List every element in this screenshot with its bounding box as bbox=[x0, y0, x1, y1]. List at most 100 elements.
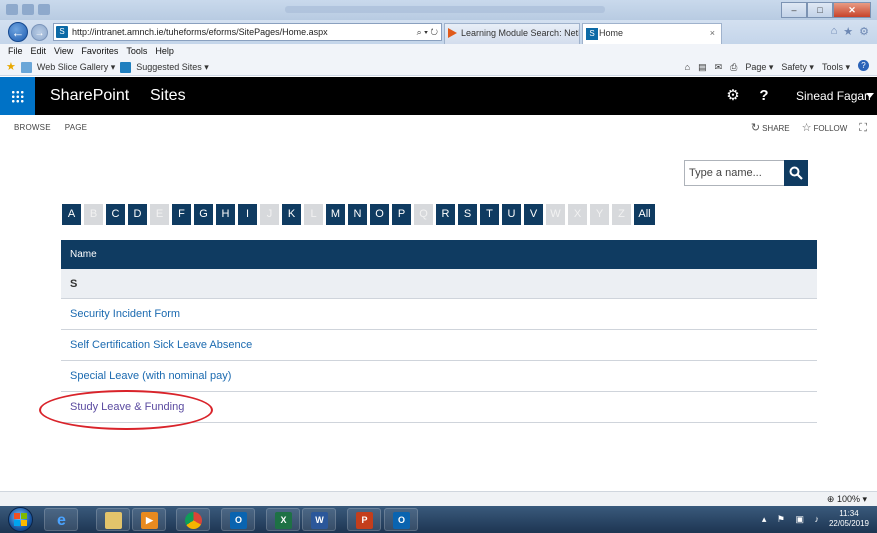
focus-on-content-icon[interactable]: ⛶ bbox=[859, 115, 867, 142]
taskbar-media[interactable]: ▶ bbox=[132, 508, 166, 531]
favorites-star-icon[interactable]: ★ bbox=[6, 60, 16, 75]
help-question-icon[interactable]: ? bbox=[752, 77, 776, 115]
print-icon[interactable]: ⎙ bbox=[730, 60, 737, 75]
ribbon-tab-browse[interactable]: BROWSE bbox=[14, 115, 51, 141]
letter-filter-p[interactable]: P bbox=[392, 204, 411, 225]
close-window-button[interactable]: ✕ bbox=[833, 2, 871, 18]
taskbar-outlook-2[interactable]: O bbox=[384, 508, 418, 531]
taskbar-powerpoint[interactable]: P bbox=[347, 508, 381, 531]
windows-taskbar: e ▶ O X W P O ▴ ⚑ ▣ ♪ 11:34 22/05/2019 bbox=[0, 506, 877, 533]
letter-filter-s[interactable]: S bbox=[458, 204, 477, 225]
window-title-bar: – □ ✕ bbox=[0, 0, 877, 20]
sharepoint-favicon-icon: S bbox=[56, 26, 68, 38]
taskbar-clock[interactable]: 11:34 22/05/2019 bbox=[827, 509, 871, 529]
minimize-button[interactable]: – bbox=[781, 2, 807, 18]
window-title-blur bbox=[285, 6, 605, 13]
help-icon[interactable]: ? bbox=[858, 60, 869, 71]
feeds-icon[interactable]: ▤ bbox=[698, 60, 707, 75]
letter-filter-k[interactable]: K bbox=[282, 204, 301, 225]
letter-filter-o[interactable]: O bbox=[370, 204, 389, 225]
start-button[interactable] bbox=[8, 507, 33, 532]
sites-link[interactable]: Sites bbox=[150, 77, 186, 115]
tab-home[interactable]: S Home × bbox=[582, 23, 722, 44]
taskbar-ie[interactable]: e bbox=[44, 508, 78, 531]
favorites-star-icon[interactable]: ★ bbox=[843, 25, 853, 38]
taskbar-outlook-1[interactable]: O bbox=[221, 508, 255, 531]
letter-filter-v[interactable]: V bbox=[524, 204, 543, 225]
cmd-tools[interactable]: Tools ▾ bbox=[822, 60, 850, 75]
tab-label: Learning Module Search: NetD... bbox=[461, 28, 580, 38]
web-slice-icon bbox=[20, 62, 32, 73]
letter-filter-c[interactable]: C bbox=[106, 204, 125, 225]
letter-filter-f[interactable]: F bbox=[172, 204, 191, 225]
name-search bbox=[684, 160, 808, 186]
menu-view[interactable]: View bbox=[54, 44, 78, 59]
search-icon bbox=[789, 166, 803, 180]
fav-suggested-sites[interactable]: Suggested Sites ▾ bbox=[136, 60, 209, 75]
column-header-name[interactable]: Name bbox=[61, 240, 817, 269]
letter-filter-z: Z bbox=[612, 204, 631, 225]
menu-file[interactable]: File bbox=[8, 44, 28, 59]
settings-gear-icon[interactable]: ⚙ bbox=[718, 77, 748, 115]
user-menu[interactable]: Sinead Fagan bbox=[796, 77, 871, 115]
letter-filter-u[interactable]: U bbox=[502, 204, 521, 225]
taskbar-excel[interactable]: X bbox=[266, 508, 300, 531]
sharepoint-suite-bar: SharePoint Sites ⚙ ? Sinead Fagan bbox=[0, 77, 877, 115]
menu-edit[interactable]: Edit bbox=[31, 44, 52, 59]
letter-filter-m[interactable]: M bbox=[326, 204, 345, 225]
settings-gear-icon[interactable]: ⚙ bbox=[859, 25, 869, 38]
tab-close-icon[interactable]: × bbox=[710, 24, 715, 43]
home-page-icon[interactable]: ⌂ bbox=[685, 60, 690, 75]
form-link[interactable]: Self Certification Sick Leave Absence bbox=[70, 339, 252, 351]
forward-button[interactable]: → bbox=[31, 24, 48, 41]
letter-filter-n[interactable]: N bbox=[348, 204, 367, 225]
sharepoint-brand[interactable]: SharePoint bbox=[50, 77, 129, 115]
cmd-page[interactable]: Page ▾ bbox=[745, 60, 773, 75]
follow-button[interactable]: ☆ FOLLOW bbox=[802, 115, 848, 142]
ribbon-tab-page[interactable]: PAGE bbox=[65, 115, 87, 141]
search-button[interactable] bbox=[784, 160, 808, 186]
menu-help[interactable]: Help bbox=[155, 44, 179, 59]
share-button[interactable]: ↻ SHARE bbox=[751, 115, 790, 142]
tab-learning-module[interactable]: Learning Module Search: NetD... bbox=[444, 23, 580, 44]
cmd-safety[interactable]: Safety ▾ bbox=[781, 60, 814, 75]
letter-filter-i[interactable]: I bbox=[238, 204, 257, 225]
clock-time: 11:34 bbox=[839, 509, 859, 518]
form-link[interactable]: Special Leave (with nominal pay) bbox=[70, 370, 231, 382]
netd-favicon-icon bbox=[448, 28, 457, 38]
taskbar-explorer[interactable] bbox=[96, 508, 130, 531]
tab-label: Home bbox=[599, 28, 624, 38]
name-search-input[interactable] bbox=[684, 160, 785, 186]
letter-filter-r[interactable]: R bbox=[436, 204, 455, 225]
form-link[interactable]: Security Incident Form bbox=[70, 308, 180, 320]
follow-label: FOLLOW bbox=[813, 124, 848, 133]
user-menu-caret-icon[interactable] bbox=[866, 93, 874, 98]
home-icon[interactable]: ⌂ bbox=[831, 25, 838, 38]
letter-filter-j: J bbox=[260, 204, 279, 225]
letter-filter-a[interactable]: A bbox=[62, 204, 81, 225]
taskbar-chrome[interactable] bbox=[176, 508, 210, 531]
back-button[interactable]: ← bbox=[8, 22, 28, 42]
zoom-level[interactable]: ⊕ 100% ▾ bbox=[827, 492, 867, 507]
read-mail-icon[interactable]: ✉ bbox=[715, 60, 723, 75]
media-player-icon: ▶ bbox=[141, 512, 158, 529]
menu-tools[interactable]: Tools bbox=[126, 44, 152, 59]
system-tray[interactable]: ▴ ⚑ ▣ ♪ bbox=[762, 506, 823, 533]
fav-web-slice-gallery[interactable]: Web Slice Gallery ▾ bbox=[37, 60, 115, 75]
sharepoint-favicon-icon: S bbox=[586, 28, 598, 40]
taskbar-word[interactable]: W bbox=[302, 508, 336, 531]
address-bar[interactable]: S http://intranet.amnch.ie/tuheforms/efo… bbox=[53, 23, 442, 41]
maximize-button[interactable]: □ bbox=[807, 2, 833, 18]
letter-filter-g[interactable]: G bbox=[194, 204, 213, 225]
app-launcher-waffle-icon[interactable] bbox=[0, 77, 35, 115]
address-actions[interactable]: ⌕ ▾ ↻ bbox=[417, 24, 438, 40]
letter-filter-q: Q bbox=[414, 204, 433, 225]
letter-filter-h[interactable]: H bbox=[216, 204, 235, 225]
alphabet-filter: A B C D E F G H I J K L M N O P Q R S T U V W X Y Z All bbox=[62, 204, 655, 225]
folder-icon bbox=[105, 512, 122, 529]
menu-favorites[interactable]: Favorites bbox=[81, 44, 123, 59]
letter-filter-all[interactable]: All bbox=[634, 204, 655, 225]
table-row: Special Leave (with nominal pay) bbox=[61, 361, 817, 392]
letter-filter-t[interactable]: T bbox=[480, 204, 499, 225]
letter-filter-d[interactable]: D bbox=[128, 204, 147, 225]
